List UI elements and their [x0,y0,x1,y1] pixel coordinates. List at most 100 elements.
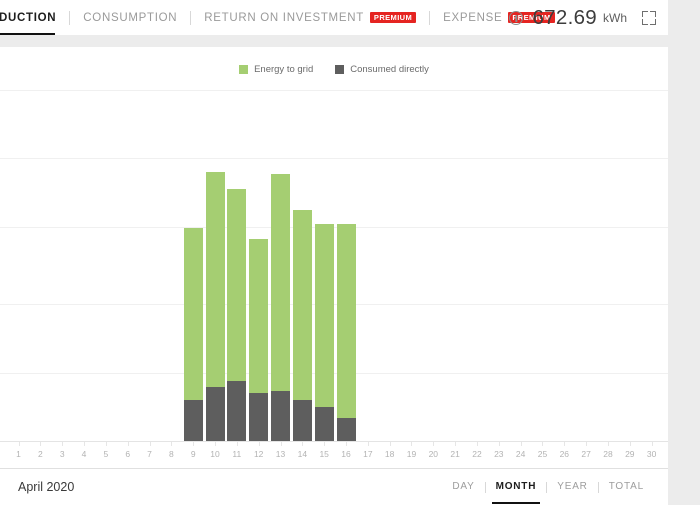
legend-label-energy-to-grid: Energy to grid [254,64,314,75]
bar-segment-energy-to-grid [205,172,225,388]
tab-production[interactable]: DUCTION [0,0,69,35]
x-axis-tick-label: 30 [646,449,657,459]
x-axis-tick-mark [498,442,500,446]
bar-segment-consumed-directly [292,399,312,441]
x-axis-tick-mark [149,442,151,446]
x-axis-tick-label: 25 [537,449,548,459]
bar-segment-energy-to-grid [314,224,334,407]
total-energy-unit: kWh [603,10,627,25]
info-circle-icon[interactable] [509,10,524,25]
x-axis-tick-label: 12 [253,449,264,459]
x-axis-tick-mark [367,442,369,446]
bar-segment-consumed-directly [249,393,269,441]
x-axis-tick-label: 6 [125,449,131,459]
bar-segment-energy-to-grid [183,227,203,400]
page-background-strip [668,0,700,505]
x-axis-tick-label: 8 [168,449,174,459]
x-axis-tick-label: 28 [603,449,613,459]
chart-legend: Energy to grid Consumed directly [0,64,668,75]
tab-return-on-investment[interactable]: RETURN ON INVESTMENT PREMIUM [191,0,429,35]
chart-bars [0,90,668,441]
x-axis-tick-label: 9 [190,449,196,459]
tab-consumption-label: CONSUMPTION [83,11,178,24]
x-axis-tick-mark [62,442,64,446]
chart-bar[interactable] [249,238,269,441]
x-axis-tick-label: 23 [494,449,504,459]
x-axis-tick-label: 2 [38,449,43,459]
x-axis-tick-mark [586,442,588,446]
x-axis-tick-mark [84,442,86,446]
x-axis-tick-mark [324,442,326,446]
chart-plot-area [0,90,668,442]
chart-bar[interactable] [227,189,247,441]
chart-bar[interactable] [205,172,225,441]
x-axis-tick-mark [193,442,195,446]
x-axis-tick-mark [629,442,631,446]
x-axis-tick-mark [105,442,107,446]
chart-card: DUCTION CONSUMPTION RETURN ON INVESTMENT… [0,0,668,505]
range-day[interactable]: DAY [442,480,484,494]
chart-bar[interactable] [314,224,334,441]
chart-x-axis: 1 2 3 4 5 6 7 8 9 10 11 12 13 14 15 16 17 18 19 20 21 22 23 24 2… [0,442,668,468]
bar-segment-consumed-directly [336,417,356,441]
total-energy-value: 672.69 [532,5,597,29]
x-axis-tick-label: 11 [232,449,242,459]
header-toolbar: DUCTION CONSUMPTION RETURN ON INVESTMENT… [0,0,668,35]
x-axis-tick-label: 22 [472,449,482,459]
x-axis-tick-mark [651,442,653,446]
view-tabs: DUCTION CONSUMPTION RETURN ON INVESTMENT… [0,0,568,35]
x-axis-tick-mark [411,442,413,446]
chart-bar[interactable] [292,209,312,441]
legend-swatch-gray [335,65,345,74]
tab-consumption[interactable]: CONSUMPTION [70,0,190,35]
bar-segment-energy-to-grid [292,209,312,400]
bar-segment-energy-to-grid [271,173,291,392]
range-month[interactable]: MONTH [486,480,547,504]
current-period-label: April 2020 [18,480,75,494]
range-selector: DAY MONTH YEAR TOTAL [442,480,654,504]
tab-return-on-investment-label: RETURN ON INVESTMENT [204,11,364,24]
x-axis-tick-label: 1 [16,449,21,459]
x-axis-tick-label: 17 [363,449,373,459]
x-axis-tick-mark [40,442,42,446]
x-axis-tick-mark [346,442,347,446]
bar-segment-consumed-directly [227,381,247,441]
x-axis-tick-label: 24 [515,449,526,459]
bar-segment-consumed-directly [271,391,291,441]
legend-item-consumed-directly[interactable]: Consumed directly [335,64,429,75]
x-axis-tick-mark [389,442,391,446]
x-axis-tick-mark [280,442,282,446]
x-axis-tick-label: 14 [297,449,308,459]
x-axis-tick-label: 20 [428,449,439,459]
x-axis-tick-mark [215,442,217,446]
chart-bar[interactable] [271,173,291,441]
tab-expense-label: EXPENSE [443,11,503,24]
x-axis-tick-label: 5 [103,449,109,459]
bar-segment-consumed-directly [183,399,203,441]
x-axis-tick-label: 7 [147,449,152,459]
x-axis-tick-mark [564,442,566,446]
x-axis-tick-label: 29 [625,449,635,459]
x-axis-tick-label: 16 [341,449,351,459]
range-total[interactable]: TOTAL [599,480,654,494]
legend-item-energy-to-grid[interactable]: Energy to grid [239,64,313,75]
x-axis-tick-mark [520,442,522,446]
legend-label-consumed-directly: Consumed directly [350,64,429,75]
total-readout: 672.69 kWh [509,0,668,35]
legend-swatch-green [239,65,249,74]
range-year[interactable]: YEAR [547,480,597,494]
bar-segment-consumed-directly [205,387,225,441]
fullscreen-icon[interactable] [642,10,656,25]
x-axis-tick-label: 4 [81,449,87,459]
x-axis-tick-mark [258,442,260,446]
header-separator-band [0,35,668,47]
chart-bar[interactable] [183,227,203,441]
x-axis-tick-label: 26 [559,449,570,459]
bar-segment-energy-to-grid [249,238,269,394]
x-axis-tick-mark [542,442,544,446]
x-axis-tick-label: 27 [581,449,591,459]
x-axis-tick-label: 18 [384,449,395,459]
x-axis-tick-label: 10 [210,449,220,459]
chart-bar[interactable] [336,224,356,441]
x-axis-tick-mark [476,442,478,446]
